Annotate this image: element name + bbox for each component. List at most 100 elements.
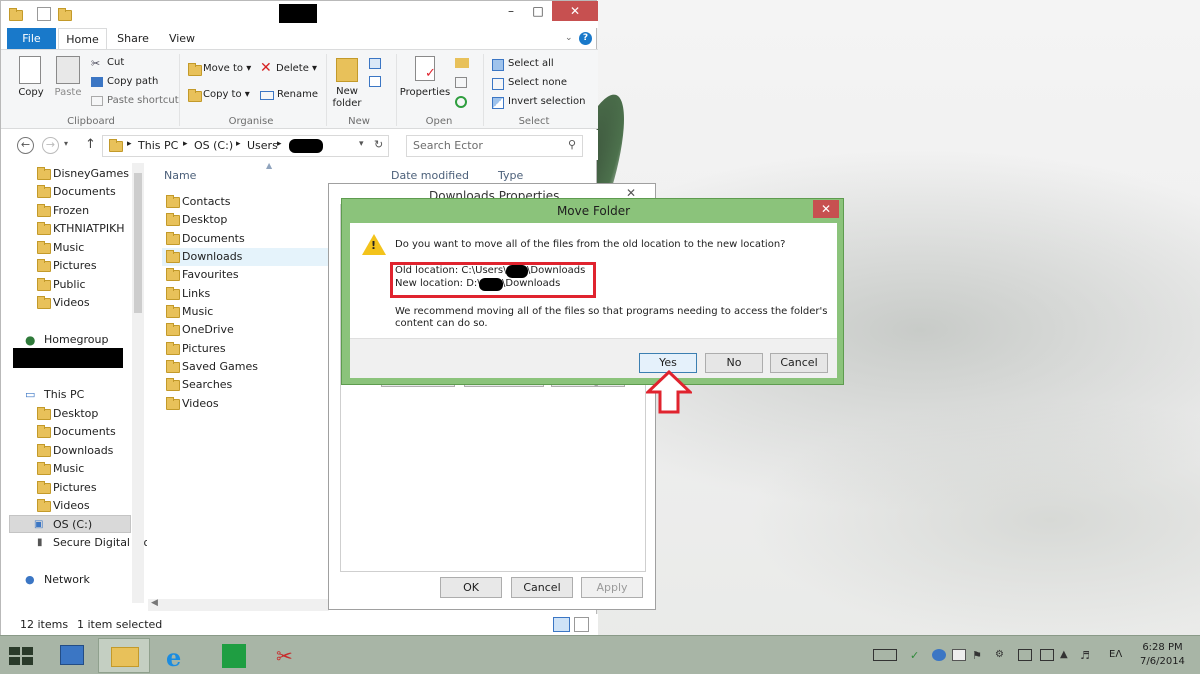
forward-icon[interactable]: →	[42, 137, 59, 154]
nav-item[interactable]: Frozen	[1, 202, 147, 220]
open-icon[interactable]	[455, 58, 469, 68]
no-button[interactable]: No	[705, 353, 763, 373]
move-folder-close-button[interactable]: ✕	[813, 200, 839, 218]
help-icon[interactable]: ?	[579, 32, 592, 45]
list-item[interactable]: Pictures	[162, 340, 322, 358]
nav-item[interactable]: DisneyGames	[1, 165, 147, 183]
nav-this-pc[interactable]: ▭ This PC	[1, 386, 147, 404]
nav-item[interactable]: Music	[1, 239, 147, 257]
tab-home[interactable]: Home	[58, 28, 107, 49]
nav-item[interactable]: Videos	[1, 497, 147, 515]
paste-shortcut-button[interactable]: Paste shortcut	[107, 95, 179, 106]
nav-network[interactable]: ● Network	[1, 571, 147, 589]
cut-button[interactable]: Cut	[107, 57, 124, 68]
nav-item[interactable]: KTHNIATPIKH	[1, 220, 147, 238]
start-icon[interactable]	[9, 647, 33, 665]
list-item[interactable]: Videos	[162, 395, 322, 413]
move-to-button[interactable]: Move to ▾	[203, 63, 251, 74]
close-button[interactable]: ✕	[552, 1, 598, 21]
nav-item[interactable]: ▮ Secure Digital sto	[1, 534, 147, 552]
nav-item[interactable]: Downloads	[1, 442, 147, 460]
input-language[interactable]: EΛ	[1109, 649, 1122, 660]
column-header-name[interactable]: Name	[164, 169, 196, 182]
easy-access-icon[interactable]	[369, 76, 381, 87]
volume-icon[interactable]: ♬	[1080, 649, 1094, 662]
cancel-button[interactable]: Cancel	[511, 577, 573, 598]
list-item[interactable]: Contacts	[162, 193, 322, 211]
list-item[interactable]: Documents	[162, 230, 322, 248]
recent-locations-icon[interactable]: ▾	[64, 139, 68, 148]
apply-button[interactable]: Apply	[581, 577, 643, 598]
taskbar-control-panel[interactable]	[46, 638, 98, 673]
tray-icon[interactable]: ⚙	[995, 649, 1009, 661]
taskbar-store[interactable]	[208, 638, 260, 673]
column-header-type[interactable]: Type	[498, 169, 523, 182]
large-icons-view-icon[interactable]	[574, 617, 589, 632]
select-none-button[interactable]: Select none	[508, 77, 567, 88]
minimize-button[interactable]: –	[497, 1, 525, 21]
taskbar-file-explorer[interactable]	[98, 638, 150, 673]
nav-item[interactable]: Documents	[1, 423, 147, 441]
nav-item-os-c[interactable]: ▣ OS (C:)	[9, 515, 131, 533]
list-item[interactable]: OneDrive	[162, 321, 322, 339]
history-icon[interactable]	[455, 96, 467, 108]
signal-icon[interactable]: ▲	[1060, 649, 1074, 661]
touch-keyboard-icon[interactable]	[873, 649, 897, 661]
copy-path-button[interactable]: Copy path	[107, 76, 158, 87]
select-all-button[interactable]: Select all	[508, 58, 554, 69]
tab-file[interactable]: File	[7, 28, 56, 49]
taskbar-clock[interactable]: 6:28 PM 7/6/2014	[1140, 641, 1185, 669]
rename-button[interactable]: Rename	[277, 89, 318, 100]
copy-button[interactable]: Copy	[14, 87, 48, 98]
nav-homegroup[interactable]: ● Homegroup	[1, 331, 147, 349]
cancel-button[interactable]: Cancel	[770, 353, 828, 373]
copy-to-button[interactable]: Copy to ▾	[203, 89, 250, 100]
tray-check-icon[interactable]: ✓	[910, 649, 924, 662]
breadcrumb-os-c[interactable]: OS (C:)	[194, 139, 233, 152]
nav-item[interactable]: Desktop	[1, 405, 147, 423]
tray-icon[interactable]	[952, 649, 966, 661]
up-icon[interactable]: ↑	[85, 137, 96, 152]
list-item-selected[interactable]: Downloads	[162, 248, 328, 266]
refresh-icon[interactable]: ↻	[374, 138, 383, 151]
taskbar-snipping-tool[interactable]: ✂	[262, 638, 314, 673]
maximize-button[interactable]: □	[524, 1, 552, 21]
tray-flag-icon[interactable]: ⚑	[972, 649, 986, 662]
list-item[interactable]: Searches	[162, 376, 322, 394]
list-item[interactable]: Desktop	[162, 211, 322, 229]
tab-view[interactable]: View	[159, 28, 205, 49]
list-item[interactable]: Links	[162, 285, 322, 303]
taskbar-internet-explorer[interactable]: e	[153, 638, 205, 673]
breadcrumb-users[interactable]: Users	[247, 139, 278, 152]
tray-icon[interactable]	[1040, 649, 1054, 661]
invert-selection-button[interactable]: Invert selection	[508, 96, 586, 107]
nav-item[interactable]: Videos	[1, 294, 147, 312]
properties-quick-icon[interactable]	[37, 7, 51, 21]
address-box[interactable]: ▸ This PC ▸ OS (C:) ▸ Users ▸ ▾ ↻	[102, 135, 389, 157]
edit-icon[interactable]	[455, 77, 467, 88]
column-header-date[interactable]: Date modified	[391, 169, 469, 182]
scrollbar-thumb[interactable]	[134, 173, 142, 313]
nav-item[interactable]: Documents	[1, 183, 147, 201]
ribbon-collapse-icon[interactable]: ⌄	[565, 33, 573, 43]
scroll-left-icon[interactable]: ◀	[151, 598, 158, 608]
nav-item[interactable]: Pictures	[1, 257, 147, 275]
nav-item[interactable]: Public	[1, 276, 147, 294]
properties-button[interactable]: Properties	[399, 87, 451, 98]
details-view-icon[interactable]	[553, 617, 570, 632]
tray-icon[interactable]	[932, 649, 946, 661]
search-input[interactable]: Search Ector ⚲	[406, 135, 583, 157]
tray-icon[interactable]	[1018, 649, 1032, 661]
nav-scrollbar[interactable]	[132, 163, 144, 603]
new-item-icon[interactable]	[369, 58, 381, 69]
list-item[interactable]: Music	[162, 303, 322, 321]
horizontal-scrollbar[interactable]: ◀	[148, 598, 329, 611]
nav-item[interactable]: Music	[1, 460, 147, 478]
ok-button[interactable]: OK	[440, 577, 502, 598]
list-item[interactable]: Favourites	[162, 266, 322, 284]
delete-button[interactable]: Delete ▾	[276, 63, 317, 74]
list-item[interactable]: Saved Games	[162, 358, 322, 376]
breadcrumb-this-pc[interactable]: This PC	[138, 139, 178, 152]
new-folder-button[interactable]: New folder	[327, 86, 367, 110]
tab-share[interactable]: Share	[109, 28, 157, 49]
